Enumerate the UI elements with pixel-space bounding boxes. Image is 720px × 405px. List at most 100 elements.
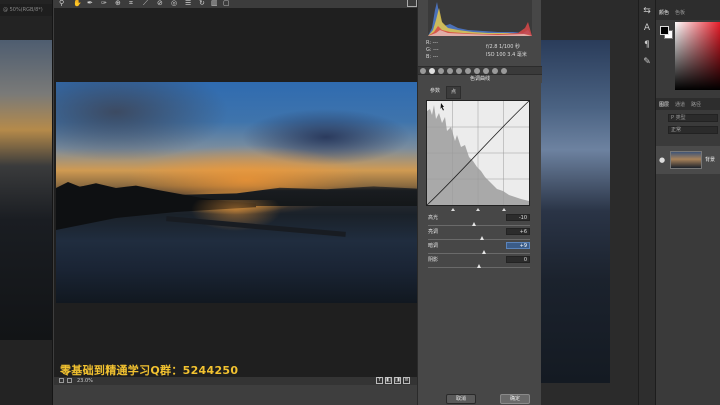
param-label: 暗调 (428, 243, 439, 249)
photoshop-right-panels: 颜色 色板 图层 通道 路径 P 类型 正常 ● 背景 (656, 0, 720, 405)
param-value-input[interactable]: 0 (506, 256, 530, 263)
readout-r: R: --- (426, 40, 439, 46)
param-row: 阴影 0 (426, 256, 534, 274)
view-toggle-icon[interactable]: ◨ (394, 377, 401, 384)
brush-settings-icon[interactable]: ✎ (641, 56, 653, 68)
trash-icon[interactable]: ▥ (211, 0, 218, 8)
basic-tab-icon[interactable] (420, 67, 426, 74)
param-label: 亮调 (428, 229, 439, 235)
tone-curve-graph[interactable] (426, 100, 530, 206)
cancel-button[interactable]: 取消 (446, 394, 476, 404)
white-balance-icon[interactable]: ✒ (87, 0, 93, 8)
param-label: 阴影 (428, 257, 439, 263)
layer-thumbnail (670, 151, 702, 169)
blend-mode-select[interactable]: 正常 (668, 126, 718, 134)
straighten-icon[interactable]: ⟋ (143, 0, 148, 8)
presets-tab-icon[interactable] (492, 67, 498, 74)
snapshots-tab-icon[interactable] (501, 67, 507, 74)
panel-icon-tabs (418, 66, 542, 75)
foreground-color-swatch[interactable] (660, 26, 669, 35)
layer-name: 背景 (705, 157, 716, 163)
tab-paths[interactable]: 路径 (691, 101, 701, 110)
tab-layers[interactable]: 图层 (659, 101, 669, 110)
layer-row[interactable]: ● 背景 (656, 146, 720, 174)
curve-region-sliders (426, 208, 530, 212)
spot-removal-icon[interactable]: ⊘ (157, 0, 163, 8)
param-slider-track[interactable] (428, 225, 530, 226)
iso-readout: ISO 100 3.4 毫米 (486, 52, 527, 58)
tab-color[interactable]: 颜色 (659, 9, 669, 20)
adjustment-panel: R: --- G: --- B: --- f/2.8 1/100 秒 ISO 1… (417, 0, 542, 405)
param-value-input[interactable]: +9 (506, 242, 530, 249)
tone-curve-svg (426, 100, 530, 206)
fullscreen-icon[interactable] (407, 0, 417, 7)
color-sampler-icon[interactable]: ✑ (101, 0, 107, 8)
color-picker-field[interactable] (675, 22, 720, 90)
readout-g: G: --- (426, 47, 439, 53)
hand-tool-icon[interactable]: ✋ (73, 0, 82, 8)
crop-icon[interactable]: ⌗ (129, 0, 133, 8)
red-eye-icon[interactable]: ◎ (171, 0, 177, 8)
preview-image[interactable] (56, 82, 417, 303)
zoom-tool-icon[interactable]: ⚲ (59, 0, 64, 8)
view-y-icon[interactable]: Y (376, 377, 383, 384)
document-canvas-right (540, 40, 610, 383)
color-panel-tabs: 颜色 色板 (656, 0, 720, 20)
param-label: 高光 (428, 215, 439, 221)
screen: @ 50%(RGB/8*) ⇆ A ¶ ✎ 颜色 色板 图层 通道 路径 P 类… (0, 0, 720, 405)
lens-tab-icon[interactable] (465, 67, 471, 74)
preview-area[interactable] (54, 8, 417, 377)
split-toning-tab-icon[interactable] (456, 67, 462, 74)
param-slider-track[interactable] (428, 253, 530, 254)
document-canvas-left (0, 40, 52, 340)
calibration-tab-icon[interactable] (483, 67, 489, 74)
param-slider-thumb[interactable] (477, 264, 481, 268)
param-slider-thumb[interactable] (471, 222, 476, 226)
layer-filter-input[interactable]: P 类型 (668, 114, 718, 122)
exposure-readout: f/2.8 1/100 秒 (486, 44, 520, 50)
zoom-level[interactable]: 23.0% (77, 377, 93, 385)
effects-tab-icon[interactable] (474, 67, 480, 74)
tab-swatches[interactable]: 色板 (675, 9, 685, 20)
region-split-handle-3[interactable] (502, 208, 506, 211)
rotate-icon[interactable]: ↻ (199, 0, 205, 8)
document-tab[interactable]: @ 50%(RGB/8*) (0, 4, 52, 16)
region-split-handle-2[interactable] (476, 208, 480, 211)
param-slider-thumb[interactable] (480, 236, 485, 240)
param-value-input[interactable]: +6 (506, 228, 530, 235)
tab-channels[interactable]: 通道 (675, 101, 685, 110)
panel-dock-toolbar: ⇆ A ¶ ✎ (638, 0, 656, 405)
move-icon[interactable]: ⇆ (641, 5, 653, 17)
tone-curve-tab-icon[interactable] (429, 67, 435, 74)
param-slider-track[interactable] (428, 239, 530, 240)
region-split-handle-1[interactable] (451, 208, 455, 211)
view-split-icon[interactable]: ◧ (385, 377, 392, 384)
watermark-text: 零基础到精通学习Q群：5244250 (60, 364, 239, 377)
camera-raw-dialog: ⚲ ✋ ✒ ✑ ⊕ ⌗ ⟋ ⊘ ◎ ☰ ↻ ▥ ▢ 零基础到精通学习Q群：524… (52, 0, 542, 405)
foreground-background-swatches[interactable] (656, 20, 674, 60)
square-icon[interactable]: ▢ (223, 0, 230, 8)
param-slider-thumb[interactable] (482, 250, 487, 254)
readout-b: B: --- (426, 54, 439, 60)
view-menu-icon[interactable]: ≡ (403, 377, 410, 384)
text-icon[interactable]: A (641, 22, 653, 34)
preview-bottom-bar: 23.0% Y ◧ ◨ ≡ (54, 377, 417, 385)
param-value-input[interactable]: -10 (506, 214, 530, 221)
tab-point[interactable]: 点 (446, 86, 462, 99)
zoom-out-icon[interactable] (59, 378, 64, 383)
targeted-adjust-icon[interactable]: ⊕ (115, 0, 121, 8)
ok-button[interactable]: 确定 (500, 394, 530, 404)
layers-panel-tabs: 图层 通道 路径 (656, 98, 720, 110)
histogram-graph (428, 0, 532, 36)
eye-icon[interactable]: ● (659, 156, 665, 164)
document-window-left: @ 50%(RGB/8*) (0, 0, 52, 405)
list-icon[interactable]: ☰ (185, 0, 191, 8)
zoom-in-icon[interactable] (67, 378, 72, 383)
panel-title: 色调曲线 (418, 75, 542, 83)
hsl-tab-icon[interactable] (447, 67, 453, 74)
cursor-icon (440, 103, 444, 111)
histogram (428, 0, 532, 36)
tab-parametric[interactable]: 参数 (426, 86, 444, 99)
paragraph-icon[interactable]: ¶ (641, 39, 653, 51)
detail-tab-icon[interactable] (438, 67, 444, 74)
